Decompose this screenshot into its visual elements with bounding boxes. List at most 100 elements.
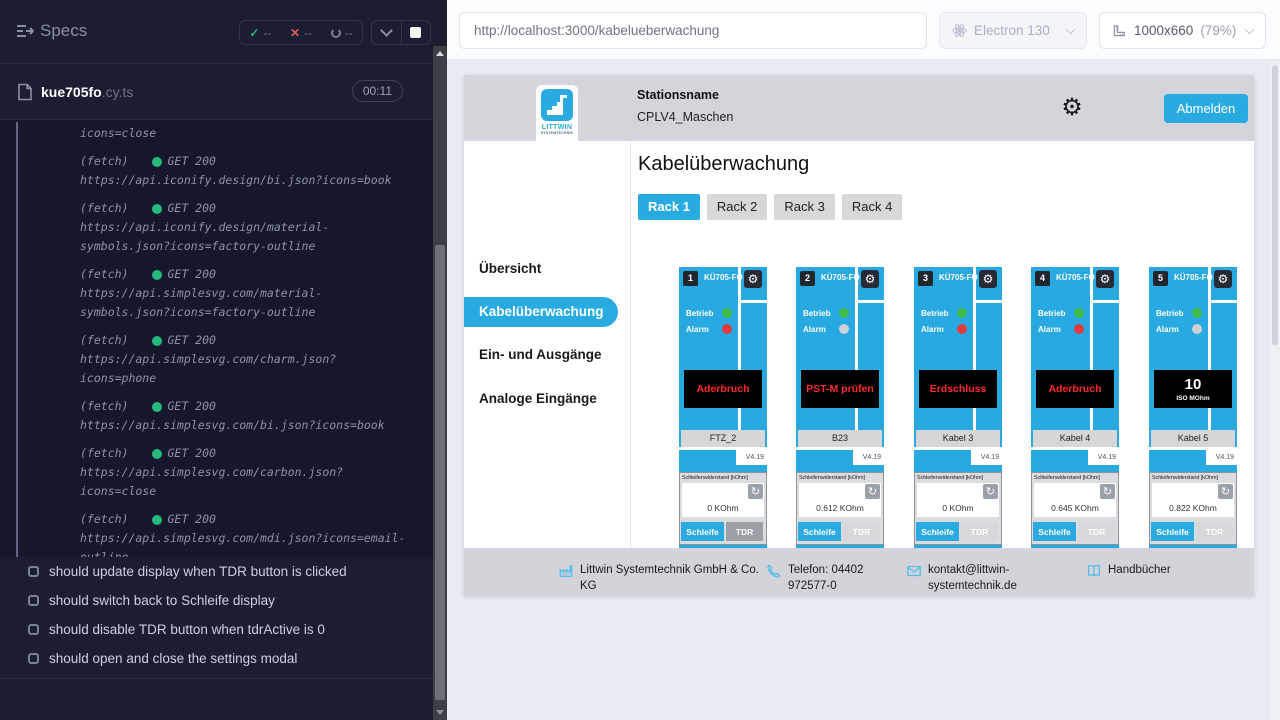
test-item[interactable]: should switch back to Schleife display <box>0 586 433 615</box>
check-icon: ✓ <box>249 26 259 40</box>
footer-handbuecher[interactable]: Handbücher <box>1086 562 1171 579</box>
book-icon <box>1086 563 1102 579</box>
card-settings-gear-icon[interactable]: ⚙ <box>861 270 879 288</box>
test-state-icon <box>28 595 39 606</box>
schleife-button[interactable]: Schleife <box>1151 522 1194 541</box>
card-settings-gear-icon[interactable]: ⚙ <box>1214 270 1232 288</box>
resistance-value: 0.645 KOhm <box>1034 503 1116 513</box>
electron-icon <box>952 23 967 38</box>
command-log[interactable]: icons=close (fetch)GET 200 https://api.i… <box>0 120 433 557</box>
status-display: Erdschluss <box>919 370 997 408</box>
refresh-icon[interactable]: ↻ <box>865 484 880 499</box>
divider <box>1211 300 1237 303</box>
test-item[interactable]: should disable TDR button when tdrActive… <box>0 615 433 644</box>
viewport-size-select[interactable]: 1000x660 (79%) <box>1099 12 1266 49</box>
collapse-button[interactable] <box>372 21 401 44</box>
log-entry: (fetch)GET 200 https://api.iconify.desig… <box>80 152 433 190</box>
tab-rack-1[interactable]: Rack 1 <box>638 194 700 220</box>
tdr-button[interactable]: TDR <box>726 522 763 541</box>
logout-button[interactable]: Abmelden <box>1164 94 1248 123</box>
value-box: ↻ 0.645 KOhm <box>1034 483 1116 517</box>
card-model: KÜ705-FO <box>939 273 978 282</box>
card-settings-gear-icon[interactable]: ⚙ <box>979 270 997 288</box>
reporter-scrollbar[interactable] <box>433 46 447 720</box>
spec-row[interactable]: kue705fo.cy.ts 00:11 <box>0 65 433 120</box>
settings-gear-icon[interactable]: ⚙ <box>1057 93 1087 123</box>
schleife-button[interactable]: Schleife <box>798 522 841 541</box>
footer-company: Littwin Systemtechnik GmbH & Co. KG <box>558 562 768 594</box>
alarm-led-row: Alarm <box>921 324 967 334</box>
schleife-button[interactable]: Schleife <box>916 522 959 541</box>
refresh-icon[interactable]: ↻ <box>1100 484 1115 499</box>
app-footer: Littwin Systemtechnik GmbH & Co. KG Tele… <box>464 548 1254 596</box>
test-item[interactable]: should update display when TDR button is… <box>0 557 433 586</box>
refresh-icon[interactable]: ↻ <box>983 484 998 499</box>
alarm-led <box>957 324 967 334</box>
betrieb-led-row: Betrieb <box>803 308 849 318</box>
betrieb-led-row: Betrieb <box>921 308 967 318</box>
cable-label: FTZ_2 <box>681 430 765 447</box>
card-settings-gear-icon[interactable]: ⚙ <box>744 270 762 288</box>
spec-file-icon <box>17 83 33 101</box>
stop-button[interactable] <box>401 21 431 44</box>
firmware-version: V4.19 <box>1206 450 1237 465</box>
card-settings-gear-icon[interactable]: ⚙ <box>1096 270 1114 288</box>
scroll-down-icon[interactable] <box>436 710 444 715</box>
rack-tabs: Rack 1 Rack 2 Rack 3 Rack 4 <box>638 194 902 220</box>
resistance-value: 0 KOhm <box>917 503 999 513</box>
log-entry: icons=close <box>80 124 433 143</box>
device-card-5: 5 KÜ705-FO ⚙ Betrieb Alarm 10 ISO MOhm K… <box>1149 267 1237 548</box>
card-model: KÜ705-FO <box>1056 273 1095 282</box>
sidebar-item-kabelueberwachung[interactable]: Kabelüberwachung <box>464 297 618 327</box>
sidebar-item-uebersicht[interactable]: Übersicht <box>479 261 541 276</box>
scrollbar-thumb[interactable] <box>435 245 445 700</box>
betrieb-led <box>839 308 849 318</box>
email-icon <box>906 563 922 579</box>
test-state-icon <box>28 566 39 577</box>
value-box: ↻ 0 KOhm <box>917 483 999 517</box>
resistance-value: 0 KOhm <box>682 503 764 513</box>
spec-name: kue705fo.cy.ts <box>41 84 133 100</box>
sidebar-item-ein-und-ausgaenge[interactable]: Ein- und Ausgänge <box>479 347 602 362</box>
spec-timer: 00:11 <box>352 80 403 102</box>
chevron-down-icon <box>1066 24 1076 34</box>
betrieb-led-row: Betrieb <box>1156 308 1202 318</box>
url-input[interactable] <box>459 12 927 49</box>
betrieb-led <box>1074 308 1084 318</box>
status-display: PST-M prüfen <box>801 370 879 408</box>
tab-rack-3[interactable]: Rack 3 <box>774 194 834 220</box>
alarm-led-row: Alarm <box>1038 324 1084 334</box>
scrollbar-thumb[interactable] <box>1272 65 1278 345</box>
betrieb-led <box>1192 308 1202 318</box>
tab-rack-4[interactable]: Rack 4 <box>842 194 902 220</box>
cypress-reporter: Specs ✓-- ✕-- -- kue705fo.cy.ts 00:11 ic… <box>0 0 447 720</box>
browser-select[interactable]: Electron 130 <box>939 12 1087 49</box>
reporter-header: Specs ✓-- ✕-- -- <box>0 0 433 64</box>
footer-email[interactable]: kontakt@littwin-systemtechnik.de <box>906 562 1046 594</box>
refresh-icon[interactable]: ↻ <box>748 484 763 499</box>
test-item[interactable]: should open and close the settings modal <box>0 644 433 673</box>
schleife-button[interactable]: Schleife <box>1033 522 1076 541</box>
tab-rack-2[interactable]: Rack 2 <box>707 194 767 220</box>
page-scrollbar[interactable] <box>1270 61 1280 720</box>
firmware-version: V4.19 <box>736 450 767 465</box>
littwin-logo: LITTWIN SYSTEMTECHNIK <box>536 85 578 149</box>
refresh-icon[interactable]: ↻ <box>1218 484 1233 499</box>
cable-label: Kabel 5 <box>1151 430 1235 447</box>
sidebar-item-analoge-eingaenge[interactable]: Analoge Eingänge <box>479 391 597 406</box>
specs-title[interactable]: Specs <box>40 21 87 41</box>
tdr-button: TDR <box>843 522 880 541</box>
firmware-version: V4.19 <box>853 450 884 465</box>
alarm-led-row: Alarm <box>803 324 849 334</box>
specs-list-icon[interactable] <box>16 24 34 38</box>
footer-phone: Telefon: 04402 972577-0 <box>766 562 898 594</box>
card-number-badge: 1 <box>683 271 698 286</box>
firmware-version: V4.19 <box>971 450 1002 465</box>
value-box: ↻ 0 KOhm <box>682 483 764 517</box>
chevron-down-icon <box>380 24 393 37</box>
scroll-up-icon[interactable] <box>436 51 444 56</box>
betrieb-led-row: Betrieb <box>1038 308 1084 318</box>
card-model: KÜ705-FO <box>821 273 860 282</box>
schleife-button[interactable]: Schleife <box>681 522 724 541</box>
loop-resistance-panel: Schleifenwiderstand [kOhm] ↻ 0.645 KOhm … <box>1031 472 1119 545</box>
